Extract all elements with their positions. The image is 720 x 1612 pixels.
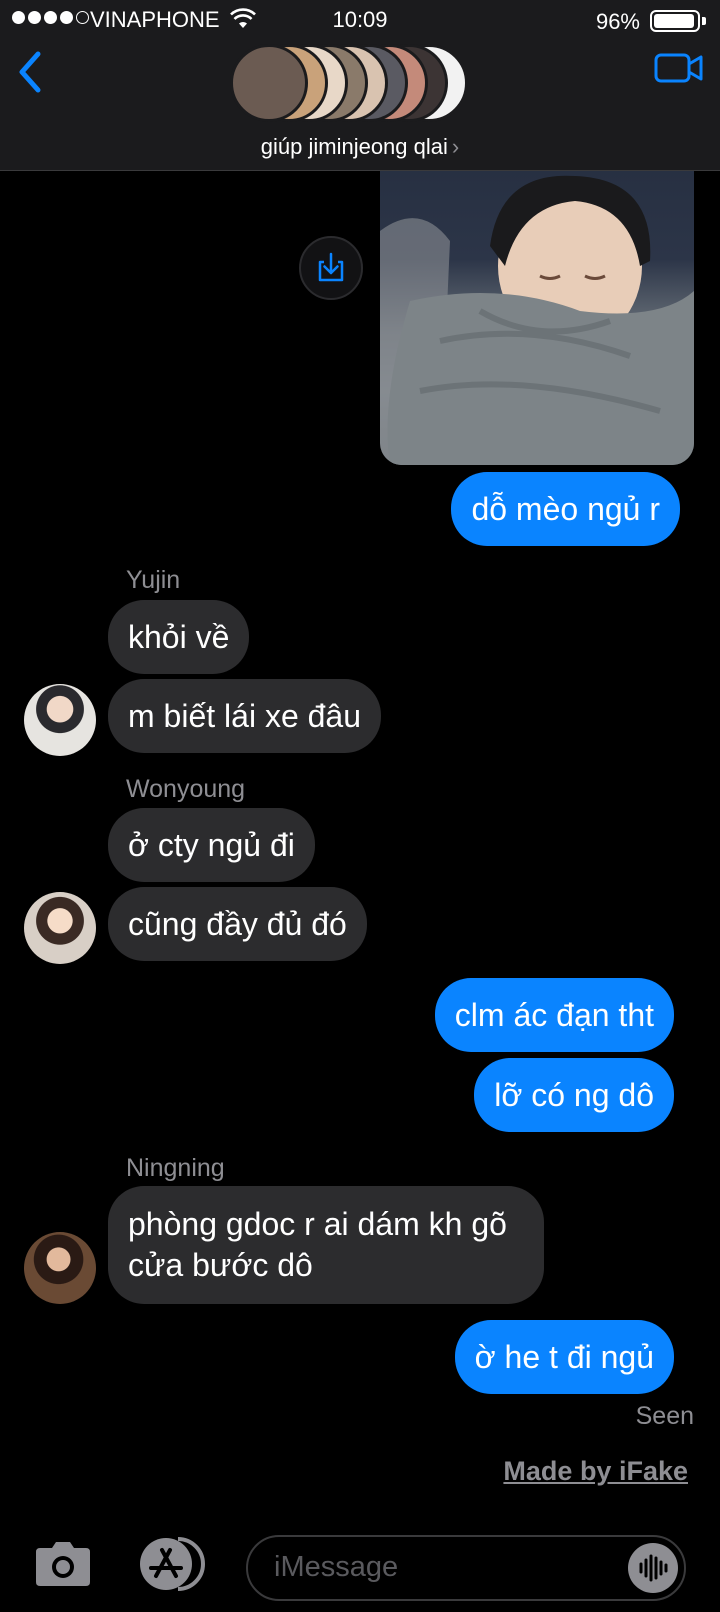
read-receipt: Seen: [635, 1402, 694, 1430]
incoming-message[interactable]: phòng gdoc r ai dám kh gõ cửa bước dô: [108, 1186, 544, 1304]
audio-record-button[interactable]: [628, 1543, 678, 1593]
message-input-placeholder: iMessage: [274, 1551, 399, 1583]
outgoing-message[interactable]: lỡ có ng dô: [474, 1058, 674, 1132]
share-download-icon: [318, 252, 344, 282]
watermark-link[interactable]: Made by iFake: [503, 1456, 688, 1487]
group-avatar: [230, 44, 308, 122]
audio-waveform-icon: [639, 1554, 668, 1582]
outgoing-message[interactable]: dỗ mèo ngủ r: [451, 472, 680, 546]
photo-illustration: [380, 175, 694, 465]
message-input[interactable]: iMessage: [246, 1535, 686, 1601]
outgoing-message[interactable]: clm ác đạn tht: [434, 978, 674, 1052]
incoming-message[interactable]: cũng đầy đủ đó: [108, 887, 367, 961]
group-avatars[interactable]: [230, 44, 490, 126]
battery-tip: [702, 17, 706, 25]
outgoing-message[interactable]: ờ he t đi ngủ: [454, 1320, 674, 1394]
sender-name: Ningning: [126, 1154, 225, 1182]
group-name[interactable]: giúp jiminjeong qlai ›: [0, 134, 720, 160]
incoming-message[interactable]: m biết lái xe đâu: [108, 679, 382, 753]
avatar-wonyoung[interactable]: [24, 892, 96, 964]
conversation-header: VINAPHONE 10:09 96% giúp jiminjeong qlai…: [0, 0, 720, 171]
incoming-message[interactable]: ở cty ngủ đi: [108, 808, 315, 882]
sender-name: Yujin: [126, 566, 181, 594]
sender-name: Wonyoung: [126, 775, 246, 803]
back-chevron-icon[interactable]: [14, 48, 44, 96]
chevron-right-icon: ›: [451, 134, 460, 159]
battery-percentage: 96%: [595, 9, 640, 34]
incoming-message[interactable]: khỏi về: [108, 600, 250, 674]
group-name-label: giúp jiminjeong qlai: [260, 134, 448, 159]
video-camera-icon[interactable]: [654, 52, 704, 84]
battery-icon: [650, 10, 700, 32]
avatar-ningning[interactable]: [24, 1232, 96, 1304]
share-download-button[interactable]: [299, 236, 363, 300]
camera-icon[interactable]: [32, 1540, 94, 1588]
app-store-icon[interactable]: [134, 1536, 206, 1592]
status-bar: VINAPHONE 10:09 96%: [0, 0, 720, 40]
shared-photo[interactable]: [380, 171, 694, 465]
avatar-yujin[interactable]: [24, 684, 96, 756]
